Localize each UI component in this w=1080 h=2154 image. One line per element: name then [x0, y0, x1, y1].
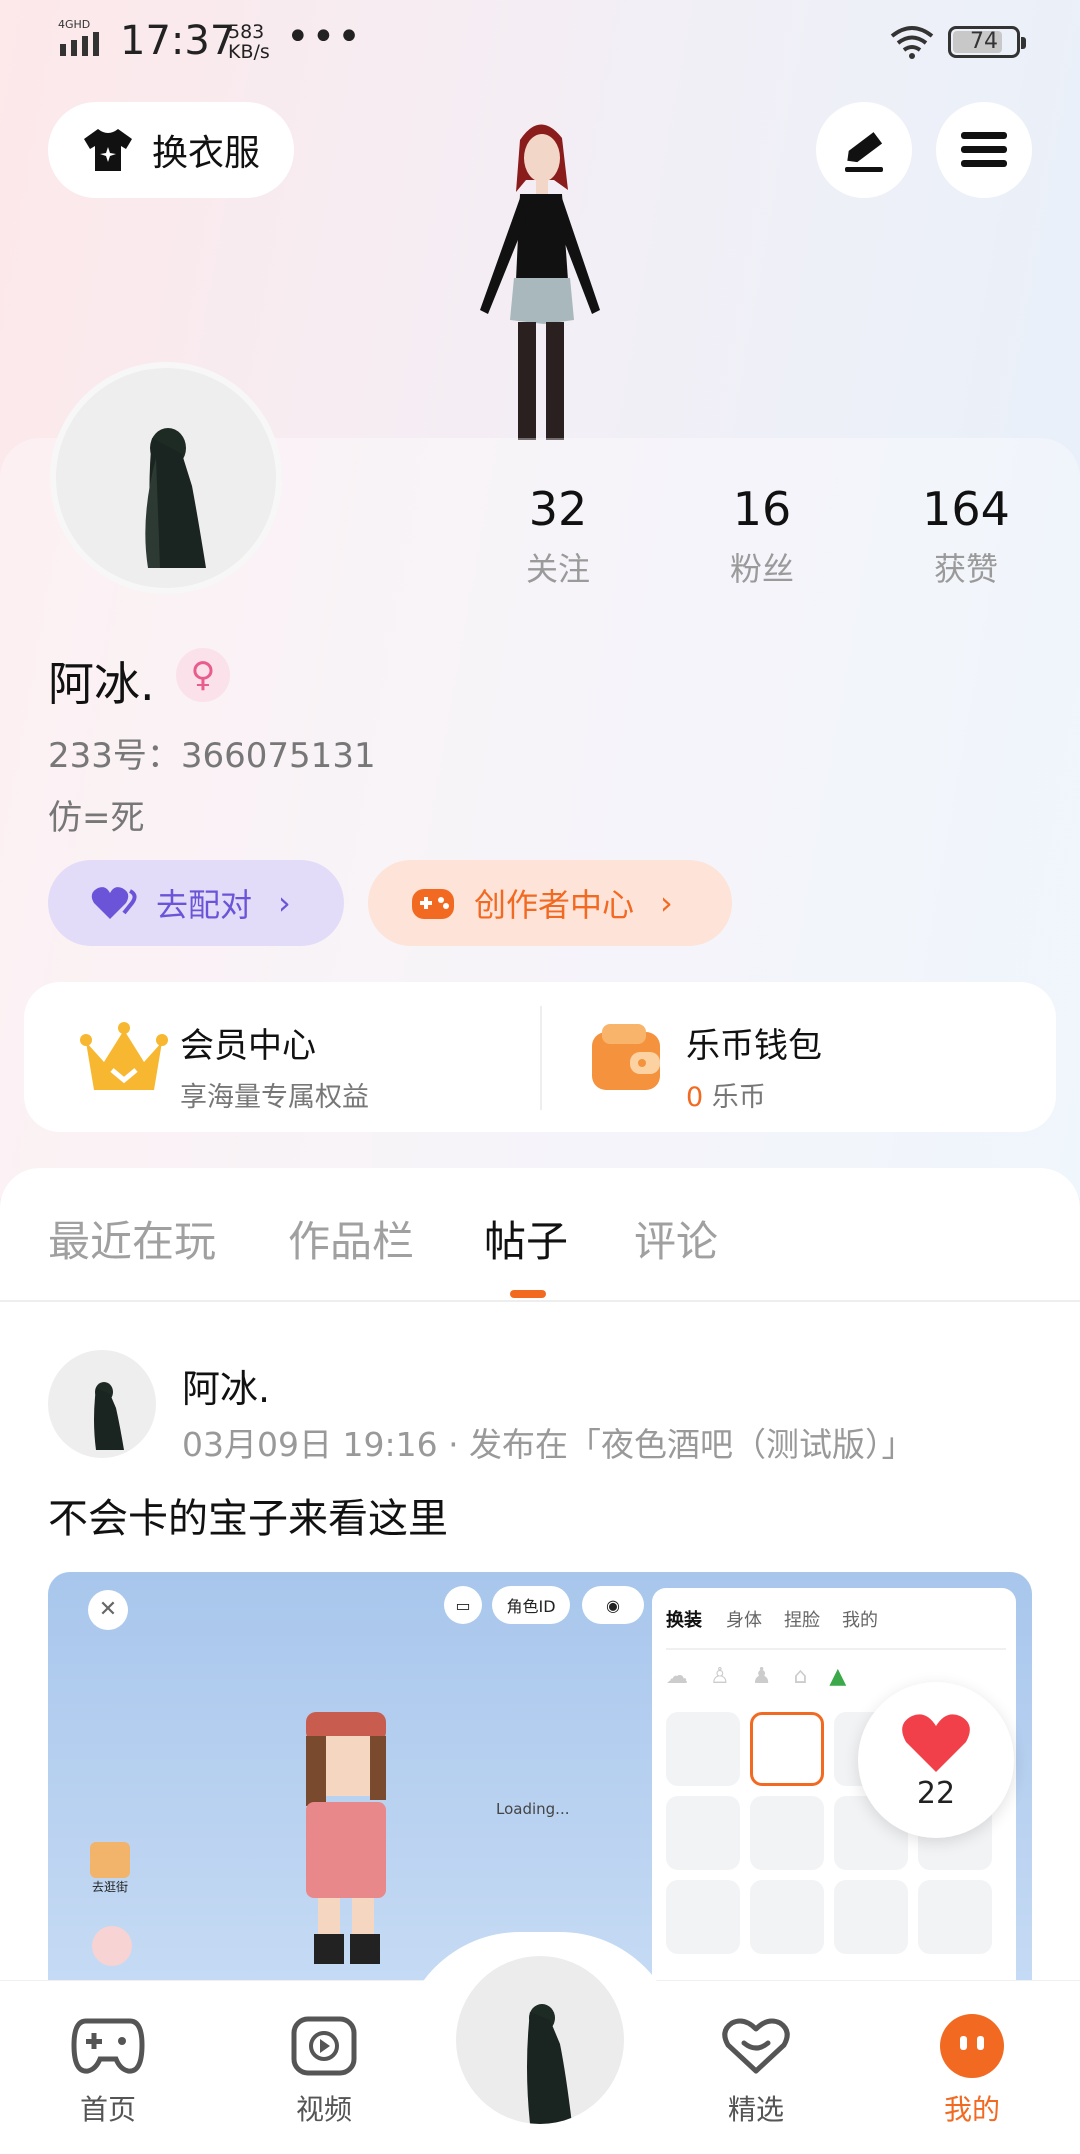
tab-posts[interactable]: 帖子 [484, 1208, 568, 1269]
following-count: 32 [528, 482, 588, 536]
network-speed: 583 KB/s [228, 21, 270, 63]
stat-followers[interactable]: 16 粉丝 [692, 482, 832, 590]
status-time: 17:37 [120, 18, 236, 64]
wallet-amount: 0 [686, 1082, 704, 1113]
likes-label: 获赞 [933, 550, 998, 588]
like-count: 22 [916, 1775, 956, 1811]
wardrobe-tab-mine: 我的 [842, 1610, 878, 1631]
heart-chat-icon [722, 2018, 790, 2074]
wifi-icon [890, 26, 934, 59]
gamepad-icon [71, 2018, 145, 2074]
creator-center-button[interactable]: 创作者中心 › [368, 860, 732, 946]
heart-icon [902, 1713, 970, 1772]
edit-profile-button[interactable] [816, 102, 912, 198]
post-author-avatar[interactable] [48, 1350, 156, 1458]
post-author-name[interactable]: 阿冰. [182, 1358, 270, 1413]
wardrobe-divider [666, 1648, 1006, 1650]
tab-comments[interactable]: 评论 [634, 1208, 718, 1269]
avatar-character-figure[interactable] [450, 110, 630, 440]
wallet-title: 乐币钱包 [686, 1026, 822, 1066]
avatar-silhouette-icon [527, 2004, 572, 2124]
chevron-right-icon: › [278, 884, 291, 922]
vip-title: 会员中心 [180, 1026, 316, 1066]
active-tab-indicator [510, 1290, 546, 1298]
wallet-unit: 乐币 [711, 1082, 766, 1113]
status-bar: 4GHD 17:37 583 KB/s ••• 74 [0, 0, 1080, 90]
wardrobe-item [666, 1712, 740, 1786]
screen-icon: ▭ [444, 1586, 482, 1624]
card-divider [540, 1006, 542, 1110]
go-shopping-label: 去逛街 [91, 1880, 128, 1894]
hamburger-menu-icon [961, 132, 1007, 167]
loading-text: Loading... [496, 1800, 570, 1818]
wardrobe-item [918, 1880, 992, 1954]
followers-label: 粉丝 [729, 550, 794, 588]
match-label: 去配对 [156, 886, 253, 924]
nav-home[interactable]: 首页 [38, 2010, 178, 2128]
nav-mine[interactable]: 我的 [902, 2010, 1042, 2128]
creator-center-label: 创作者中心 [474, 886, 635, 924]
wardrobe-tab-outfit: 换装 [666, 1610, 702, 1631]
mini-avatar-icon [92, 1926, 132, 1966]
wardrobe-tab-face: 捏脸 [784, 1610, 820, 1631]
stat-following[interactable]: 32 关注 [488, 482, 628, 590]
crown-icon [80, 1022, 168, 1090]
role-id-chip: 角色ID [492, 1586, 570, 1624]
svg-text:4GHD: 4GHD [58, 18, 90, 31]
dress-up-label: 换衣服 [152, 133, 261, 174]
female-gender-icon: ♀ [176, 648, 230, 702]
category-icons: ☁♙♟⌂▲ [666, 1664, 869, 1689]
wardrobe-item [750, 1880, 824, 1954]
like-button[interactable]: 22 [858, 1682, 1014, 1838]
nav-home-label: 首页 [79, 2093, 136, 2126]
battery-icon: 74 [948, 26, 1026, 58]
likes-count: 164 [922, 482, 1010, 536]
nav-mine-label: 我的 [943, 2093, 1000, 2126]
close-icon: ✕ [88, 1590, 128, 1630]
signal-icon: 4GHD [58, 18, 99, 56]
dress-up-button[interactable]: 换衣服 [48, 102, 294, 198]
wardrobe-item [666, 1796, 740, 1870]
tabs-divider [0, 1300, 1080, 1302]
avatar-silhouette-icon [94, 1382, 124, 1450]
tshirt-icon [84, 129, 132, 171]
user-id[interactable]: 233号：366075131 [48, 728, 376, 777]
pen-icon [845, 132, 883, 172]
wardrobe-item-selected [750, 1712, 824, 1786]
nav-featured-label: 精选 [727, 2093, 784, 2126]
avatar-silhouette-icon [145, 428, 206, 568]
tab-works[interactable]: 作品栏 [288, 1208, 414, 1269]
post-text: 不会卡的宝子来看这里 [48, 1496, 448, 1542]
wardrobe-tab-body: 身体 [726, 1610, 762, 1631]
smiley-icon [940, 2014, 1004, 2078]
nav-video-label: 视频 [295, 2093, 352, 2126]
nav-featured[interactable]: 精选 [686, 2010, 826, 2128]
more-status-dots: ••• [286, 14, 363, 60]
following-label: 关注 [525, 550, 590, 588]
wardrobe-item [750, 1796, 824, 1870]
profile-bio: 仿=死 [48, 798, 145, 838]
battery-level: 74 [970, 29, 998, 54]
vip-subtitle: 享海量专属权益 [180, 1082, 369, 1113]
play-icon [291, 2016, 357, 2076]
wallet-balance: 0 乐币 [686, 1075, 946, 1114]
gamepad-icon [412, 889, 454, 919]
chevron-right-icon: › [660, 884, 673, 922]
followers-count: 16 [732, 482, 792, 536]
nav-video[interactable]: 视频 [254, 2010, 394, 2128]
wardrobe-item [834, 1880, 908, 1954]
menu-button[interactable] [936, 102, 1032, 198]
camera-icon: ◉ [582, 1586, 644, 1624]
match-button[interactable]: 去配对 › [48, 860, 344, 946]
wardrobe-item [666, 1880, 740, 1954]
hearts-icon [91, 887, 137, 919]
go-shopping-button: 去逛街 [88, 1842, 132, 1895]
nav-center-avatar[interactable] [456, 1956, 624, 2124]
tab-recent-played[interactable]: 最近在玩 [48, 1208, 216, 1269]
profile-avatar[interactable] [50, 362, 282, 594]
post-meta: 03月09日 19:16 · 发布在「夜色酒吧（测试版）」 [182, 1425, 915, 1464]
wallet-icon [592, 1024, 660, 1090]
profile-username: 阿冰. [48, 657, 155, 711]
stat-likes[interactable]: 164 获赞 [896, 482, 1036, 590]
